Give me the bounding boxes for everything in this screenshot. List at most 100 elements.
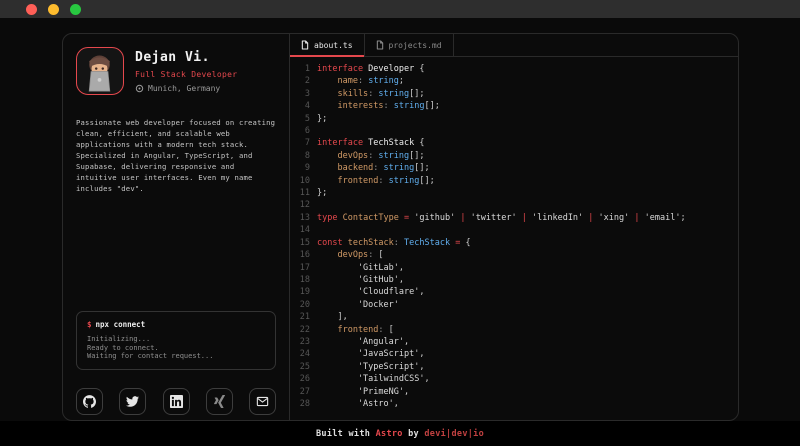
- profile-name: Dejan Vi.: [135, 50, 237, 65]
- code-text: 'Angular',: [317, 336, 409, 348]
- line-number: 3: [290, 88, 310, 100]
- twitter-icon: [126, 395, 139, 408]
- code-text: interface Developer {: [317, 63, 424, 75]
- line-number: 2: [290, 75, 310, 87]
- line-number: 6: [290, 125, 310, 137]
- code-text: devOps: string[];: [317, 150, 425, 162]
- close-button[interactable]: [26, 4, 37, 15]
- line-number: 9: [290, 162, 310, 174]
- terminal-prompt: $: [87, 320, 92, 329]
- code-line: 8 devOps: string[];: [290, 150, 738, 162]
- line-number: 8: [290, 150, 310, 162]
- code-text: 'Docker': [317, 299, 399, 311]
- line-number: 25: [290, 361, 310, 373]
- line-number: 16: [290, 249, 310, 261]
- code-line: 19 'Cloudflare',: [290, 286, 738, 298]
- portfolio-card: Dejan Vi. Full Stack Developer Munich, G…: [62, 33, 739, 421]
- code-line: 22 frontend: [: [290, 324, 738, 336]
- line-number: 13: [290, 212, 310, 224]
- footer-site-link[interactable]: devi|dev|io: [424, 429, 484, 439]
- code-text: backend: string[];: [317, 162, 430, 174]
- code-text: 'JavaScript',: [317, 348, 424, 360]
- code-line: 12: [290, 199, 738, 211]
- terminal-output-line: Ready to connect.: [87, 344, 265, 353]
- code-line: 6: [290, 125, 738, 137]
- line-number: 5: [290, 113, 310, 125]
- line-number: 12: [290, 199, 310, 211]
- code-line: 9 backend: string[];: [290, 162, 738, 174]
- code-line: 5};: [290, 113, 738, 125]
- code-text: 'PrimeNG',: [317, 386, 409, 398]
- social-links: [76, 388, 276, 415]
- social-linkedin-button[interactable]: [163, 388, 190, 415]
- xing-icon: [213, 395, 226, 408]
- line-number: 24: [290, 348, 310, 360]
- profile-panel: Dejan Vi. Full Stack Developer Munich, G…: [63, 34, 290, 420]
- code-editor: about.ts projects.md 1interface Developer…: [290, 34, 738, 420]
- avatar: [76, 47, 124, 95]
- code-text: 'Cloudflare',: [317, 286, 424, 298]
- tab-label: about.ts: [314, 41, 353, 50]
- window-titlebar: [0, 0, 800, 18]
- social-xing-button[interactable]: [206, 388, 233, 415]
- code-line: 18 'GitHub',: [290, 274, 738, 286]
- code-line: 28 'Astro',: [290, 398, 738, 410]
- line-number: 10: [290, 175, 310, 187]
- social-twitter-button[interactable]: [119, 388, 146, 415]
- footer-middle: by: [408, 429, 419, 439]
- line-number: 4: [290, 100, 310, 112]
- code-text: skills: string[];: [317, 88, 425, 100]
- code-text: };: [317, 187, 327, 199]
- terminal-command-line: $ npx connect: [87, 320, 265, 329]
- line-number: 18: [290, 274, 310, 286]
- memoji-avatar-image: [77, 48, 122, 93]
- line-number: 14: [290, 224, 310, 236]
- line-number: 27: [290, 386, 310, 398]
- code-line: 20 'Docker': [290, 299, 738, 311]
- social-github-button[interactable]: [76, 388, 103, 415]
- line-number: 20: [290, 299, 310, 311]
- code-text: 'GitHub',: [317, 274, 404, 286]
- footer: Built with Astro by devi|dev|io: [0, 421, 800, 446]
- code-text: [317, 125, 322, 137]
- social-email-button[interactable]: [249, 388, 276, 415]
- footer-brand-link[interactable]: Astro: [376, 429, 403, 439]
- code-line: 1interface Developer {: [290, 63, 738, 75]
- code-text: frontend: [: [317, 324, 394, 336]
- tab-label: projects.md: [389, 41, 442, 50]
- line-number: 11: [290, 187, 310, 199]
- line-number: 26: [290, 373, 310, 385]
- email-icon: [256, 395, 269, 408]
- tab-projects-md[interactable]: projects.md: [365, 34, 454, 56]
- code-text: frontend: string[];: [317, 175, 435, 187]
- code-text: type ContactType = 'github' | 'twitter' …: [317, 212, 686, 224]
- code-line: 16 devOps: [: [290, 249, 738, 261]
- linkedin-icon: [170, 395, 183, 408]
- profile-header: Dejan Vi. Full Stack Developer Munich, G…: [76, 47, 276, 95]
- code-line: 13 type ContactType = 'github' | 'twitter…: [290, 212, 738, 224]
- line-number: 15: [290, 237, 310, 249]
- code-line: 14: [290, 224, 738, 236]
- page-body: Dejan Vi. Full Stack Developer Munich, G…: [0, 18, 800, 421]
- code-text: interests: string[];: [317, 100, 440, 112]
- profile-bio: Passionate web developer focused on crea…: [76, 117, 276, 194]
- terminal-command: npx connect: [96, 320, 146, 329]
- code-text: interface TechStack {: [317, 137, 424, 149]
- code-line: 23 'Angular',: [290, 336, 738, 348]
- code-line: 10 frontend: string[];: [290, 175, 738, 187]
- terminal-output-line: Waiting for contact request...: [87, 352, 265, 361]
- code-line: 17 'GitLab',: [290, 262, 738, 274]
- profile-location: Munich, Germany: [135, 84, 237, 93]
- line-number: 28: [290, 398, 310, 410]
- code-area[interactable]: 1interface Developer {2 name: string;3 s…: [290, 57, 738, 420]
- profile-info: Dejan Vi. Full Stack Developer Munich, G…: [135, 47, 237, 95]
- maximize-button[interactable]: [70, 4, 81, 15]
- code-line: 15const techStack: TechStack = {: [290, 237, 738, 249]
- code-text: devOps: [: [317, 249, 384, 261]
- minimize-button[interactable]: [48, 4, 59, 15]
- profile-location-text: Munich, Germany: [148, 84, 220, 93]
- code-line: 11};: [290, 187, 738, 199]
- code-line: 24 'JavaScript',: [290, 348, 738, 360]
- footer-prefix: Built with: [316, 429, 370, 439]
- tab-about-ts[interactable]: about.ts: [290, 34, 365, 56]
